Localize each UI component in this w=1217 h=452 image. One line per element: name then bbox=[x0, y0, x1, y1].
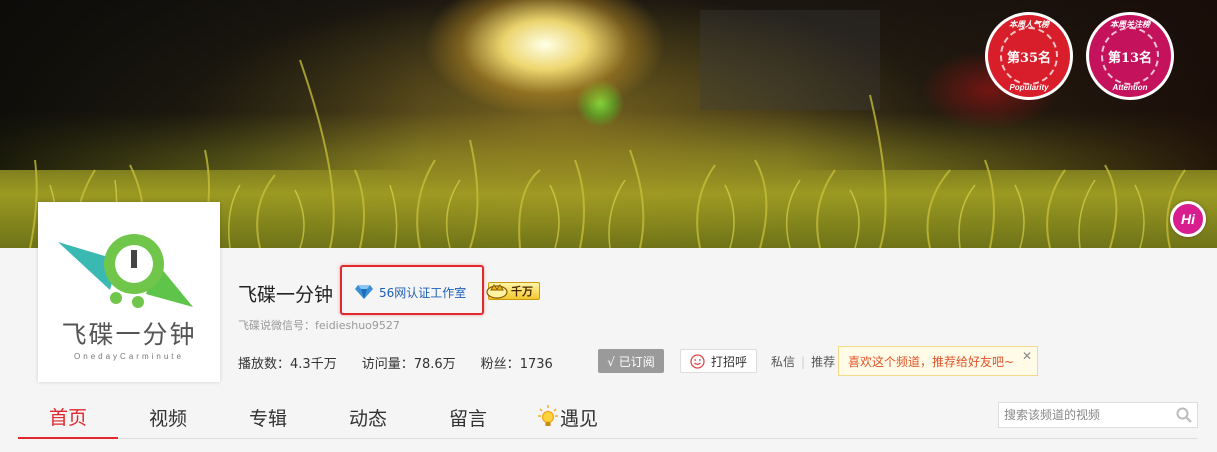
tab-activity[interactable]: 动态 bbox=[318, 395, 418, 439]
divider: | bbox=[801, 354, 806, 369]
wechat-id: 飞碟说微信号：feidieshuo9527 bbox=[238, 319, 400, 332]
crown-icon bbox=[486, 284, 508, 299]
ufo-logo-icon bbox=[58, 234, 193, 308]
stat-plays: 播放数：4.3千万 bbox=[238, 356, 337, 372]
tab-videos[interactable]: 视频 bbox=[118, 395, 218, 439]
medal-rank: 第35名 bbox=[1006, 50, 1052, 66]
tab-albums[interactable]: 专辑 bbox=[218, 395, 318, 439]
search-input[interactable] bbox=[999, 403, 1169, 427]
message-link[interactable]: 私信 bbox=[771, 353, 795, 370]
close-icon[interactable]: ✕ bbox=[1022, 349, 1032, 363]
hi-button[interactable]: Hi bbox=[1170, 201, 1206, 237]
channel-tabs: 首页 视频 专辑 动态 留言 遇见 bbox=[18, 395, 618, 439]
channel-page: 本周人气榜 第35名 Popularity 本周关注榜 第13名 Attenti… bbox=[0, 0, 1217, 452]
tab-meet[interactable]: 遇见 bbox=[518, 395, 618, 439]
ten-million-badge[interactable]: 千万 bbox=[486, 282, 540, 300]
recommend-tip-text: 喜欢这个频道，推荐给好友吧~ bbox=[848, 354, 1015, 369]
greet-button[interactable]: 打招呼 bbox=[680, 349, 757, 373]
channel-search bbox=[998, 402, 1198, 428]
lightbulb-icon bbox=[537, 405, 558, 426]
diamond-icon bbox=[355, 285, 373, 299]
medal-top-text: 本周人气榜 bbox=[1009, 20, 1049, 29]
cert-label: 56网认证工作室 bbox=[379, 285, 467, 300]
smile-icon bbox=[690, 353, 705, 369]
stat-fans: 粉丝：1736 bbox=[480, 356, 553, 372]
logo-subtitle: OnedayCarminute bbox=[74, 352, 184, 361]
recommend-link[interactable]: 推荐 bbox=[811, 353, 835, 370]
stat-visits: 访问量：78.6万 bbox=[361, 356, 456, 372]
medal-rank: 第13名 bbox=[1107, 50, 1153, 66]
tab-home[interactable]: 首页 bbox=[18, 395, 118, 439]
certified-studio-badge[interactable]: 56网认证工作室 bbox=[355, 282, 466, 302]
medal-bottom-text: Attention bbox=[1112, 83, 1148, 92]
popularity-rank-medal[interactable]: 本周人气榜 第35名 Popularity bbox=[985, 12, 1073, 100]
tab-comments[interactable]: 留言 bbox=[418, 395, 518, 439]
attention-rank-medal[interactable]: 本周关注榜 第13名 Attention bbox=[1086, 12, 1174, 100]
channel-name: 飞碟一分钟 bbox=[238, 284, 334, 306]
search-icon[interactable] bbox=[1176, 407, 1192, 423]
medal-bottom-text: Popularity bbox=[1009, 83, 1049, 92]
greet-label: 打招呼 bbox=[710, 354, 747, 369]
channel-stats: 播放数：4.3千万 访问量：78.6万 粉丝：1736 bbox=[238, 351, 578, 373]
ten-million-label: 千万 bbox=[511, 285, 533, 298]
action-links: 私信 | 推荐 bbox=[771, 353, 835, 370]
channel-avatar[interactable]: 飞碟一分钟 OnedayCarminute bbox=[38, 202, 220, 382]
logo-text: 飞碟一分钟 bbox=[61, 320, 197, 349]
medal-top-text: 本周关注榜 bbox=[1110, 20, 1150, 29]
recommend-tooltip: 喜欢这个频道，推荐给好友吧~ ✕ bbox=[838, 346, 1038, 376]
subscribed-button[interactable]: √ 已订阅 bbox=[598, 349, 664, 373]
